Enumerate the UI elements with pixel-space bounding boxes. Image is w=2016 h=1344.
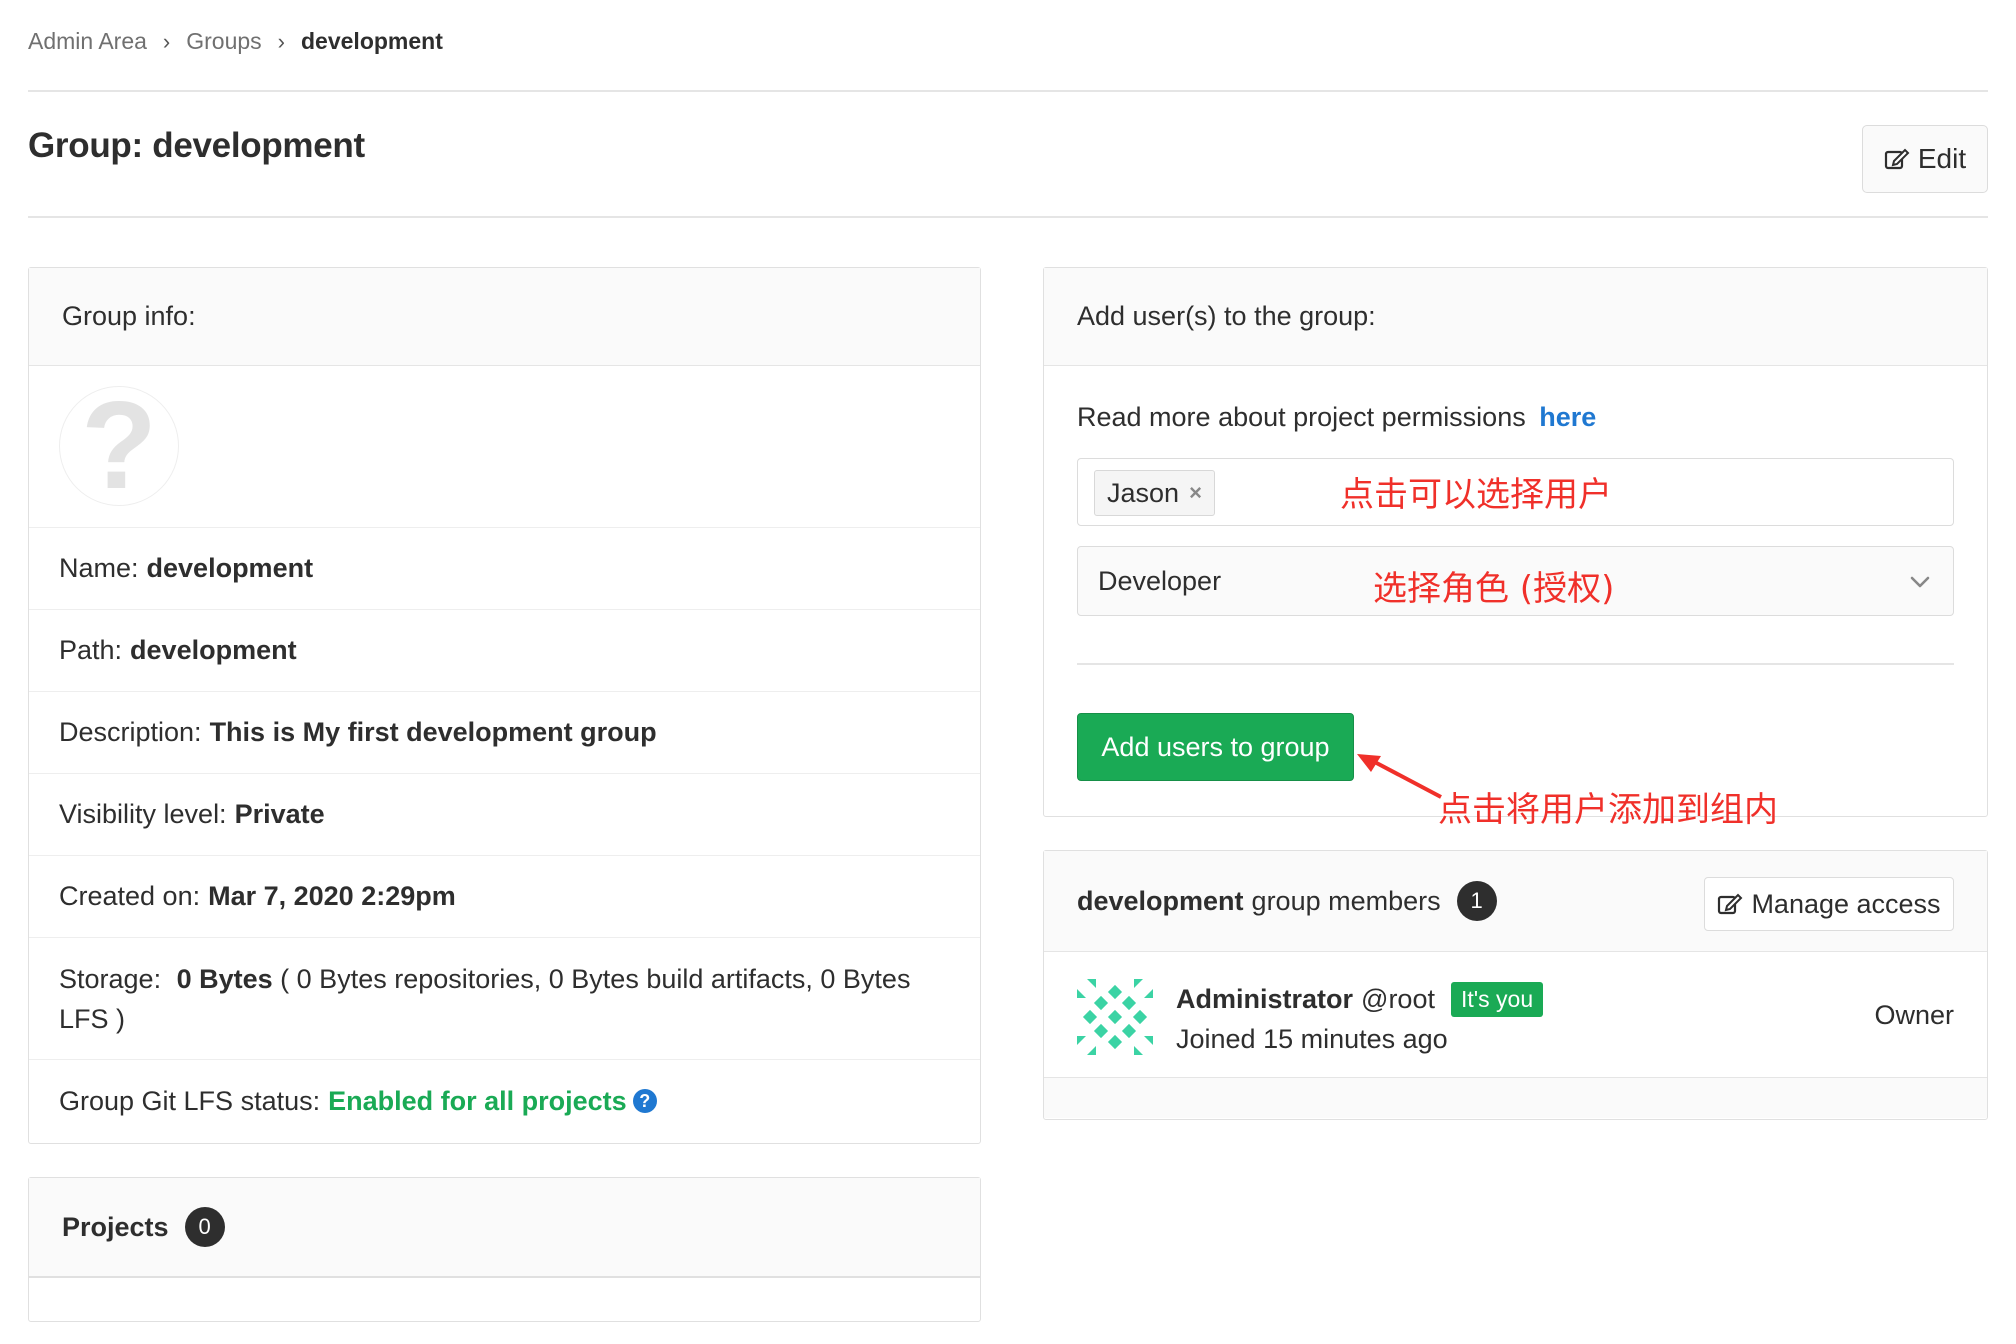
identicon-avatar [1077, 979, 1153, 1055]
annotation-select-role: 选择角色 (授权) [1373, 569, 1615, 609]
selected-user-tag: Jason × [1094, 470, 1215, 516]
member-name[interactable]: Administrator [1176, 984, 1353, 1015]
add-users-panel: Add user(s) to the group: Read more abou… [1043, 267, 1988, 817]
breadcrumb-current[interactable]: development [301, 28, 443, 55]
page-title: Group: development [28, 126, 365, 165]
annotation-add-to-group: 点击将用户添加到组内 [1438, 790, 1778, 830]
members-heading-suffix: group members [1251, 885, 1441, 916]
info-path-row: Path: development [29, 610, 980, 692]
storage-label: Storage: [59, 964, 162, 994]
projects-title: Projects [62, 1211, 169, 1242]
storage-value: 0 Bytes [176, 964, 273, 994]
breadcrumb: Admin Area › Groups › development [28, 28, 443, 55]
member-username: @root [1361, 984, 1435, 1014]
description-value: This is My first development group [209, 717, 657, 747]
group-avatar-row: ? [29, 366, 980, 528]
name-value: development [146, 553, 314, 583]
divider [1077, 663, 1954, 665]
info-description-row: Description: This is My first developmen… [29, 692, 980, 774]
edit-icon [1884, 148, 1910, 170]
created-value: Mar 7, 2020 2:29pm [208, 881, 456, 911]
manage-access-button[interactable]: Manage access [1704, 877, 1954, 931]
path-label: Path: [59, 635, 123, 665]
lfs-label: Group Git LFS status: [59, 1085, 321, 1116]
its-you-badge: It's you [1450, 982, 1544, 1017]
members-panel: development group members 1 Manage acces… [1043, 850, 1988, 1120]
created-label: Created on: [59, 881, 201, 911]
add-users-heading: Add user(s) to the group: [1044, 268, 1987, 366]
member-row: Administrator @root It's you Joined 15 m… [1044, 952, 1987, 1078]
group-avatar: ? [59, 377, 179, 515]
group-info-heading: Group info: [29, 268, 980, 366]
members-count-badge: 1 [1456, 881, 1497, 921]
permissions-label: Read more about project permissions [1077, 402, 1526, 432]
info-created-row: Created on: Mar 7, 2020 2:29pm [29, 856, 980, 938]
lfs-value: Enabled for all projects [328, 1085, 627, 1116]
edit-button[interactable]: Edit [1862, 125, 1988, 193]
chevron-down-icon [1910, 576, 1930, 588]
close-icon[interactable]: × [1189, 480, 1202, 506]
info-visibility-row: Visibility level: Private [29, 774, 980, 856]
chevron-right-icon: › [277, 28, 285, 54]
member-joined: Joined 15 minutes ago [1176, 1024, 1448, 1054]
description-label: Description: [59, 717, 202, 747]
projects-count-badge: 0 [184, 1207, 225, 1247]
permissions-text: Read more about project permissions here [1077, 402, 1596, 433]
annotation-select-user: 点击可以选择用户 [1340, 475, 1612, 515]
projects-panel: Projects 0 [28, 1177, 981, 1322]
edit-label: Edit [1917, 143, 1967, 174]
edit-icon [1718, 893, 1743, 915]
breadcrumb-groups[interactable]: Groups [186, 28, 261, 55]
visibility-value: Private [234, 799, 325, 829]
help-icon[interactable]: ? [632, 1089, 657, 1113]
selected-user-name: Jason [1107, 477, 1180, 508]
breadcrumb-admin-area[interactable]: Admin Area [28, 28, 147, 55]
members-footer [1044, 1078, 1987, 1118]
projects-heading: Projects 0 [29, 1178, 980, 1278]
divider [28, 216, 1988, 218]
member-name-line: Administrator @root It's you [1176, 982, 1544, 1017]
path-value: development [130, 635, 297, 665]
info-lfs-row: Group Git LFS status: Enabled for all pr… [29, 1060, 980, 1142]
info-storage-row: Storage: 0 Bytes ( 0 Bytes repositories,… [29, 938, 980, 1060]
manage-access-label: Manage access [1751, 888, 1941, 919]
group-info-panel: Group info: ? Name: development Path: de… [28, 267, 981, 1144]
visibility-label: Visibility level: [59, 799, 227, 829]
info-name-row: Name: development [29, 528, 980, 610]
page: Admin Area › Groups › development Group:… [0, 0, 2016, 1344]
question-mark-icon: ? [81, 377, 157, 515]
annotation-arrow-icon [1357, 754, 1442, 799]
add-users-button[interactable]: Add users to group [1077, 713, 1354, 781]
name-label: Name: [59, 553, 139, 583]
user-select-input[interactable]: Jason × 点击可以选择用户 [1077, 458, 1954, 526]
members-group-name: development [1077, 885, 1244, 916]
role-select[interactable]: Developer 选择角色 (授权) [1077, 546, 1954, 616]
divider [28, 90, 1988, 92]
permissions-link[interactable]: here [1539, 402, 1596, 432]
role-value: Developer [1098, 565, 1222, 596]
member-role: Owner [1874, 1000, 1954, 1030]
members-heading: development group members 1 Manage acces… [1044, 851, 1987, 952]
chevron-right-icon: › [162, 28, 171, 54]
